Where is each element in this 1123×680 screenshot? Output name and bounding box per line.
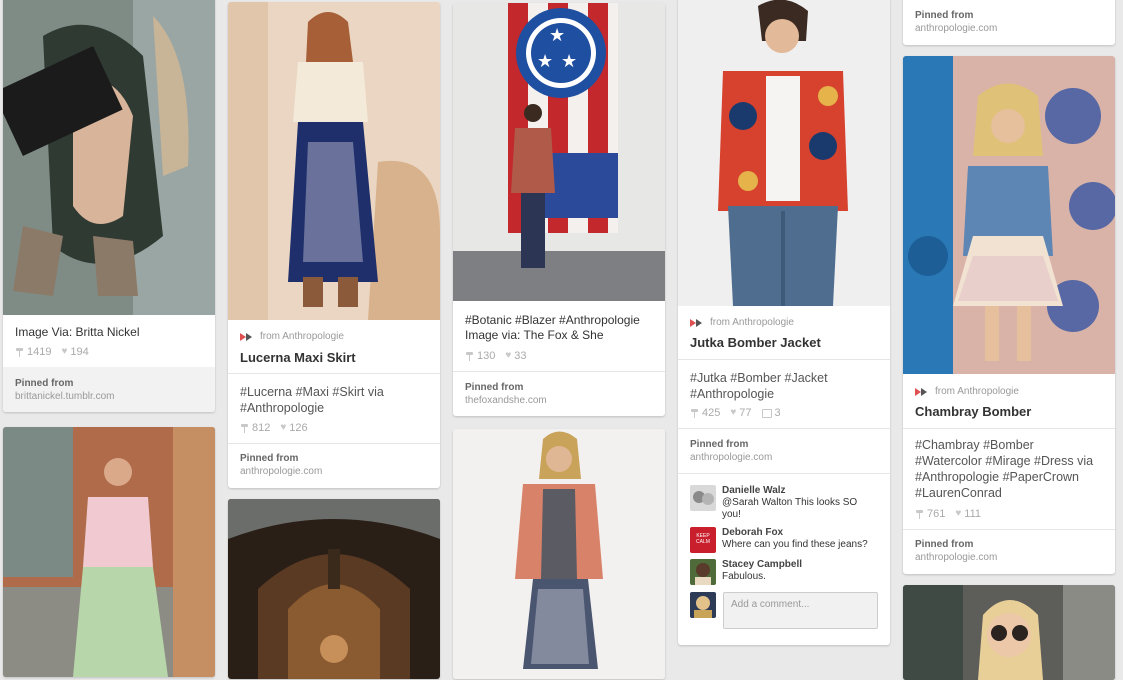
pin-image[interactable] [228, 2, 440, 320]
source-row[interactable]: from Anthropologie [903, 386, 1115, 397]
like-count: 33 [514, 350, 527, 362]
pin-card-chambray[interactable]: from Anthropologie Chambray Bomber #Cham… [903, 56, 1115, 574]
pin-stats: 425 ♥ 77 3 [678, 407, 890, 419]
svg-text:★: ★ [561, 51, 577, 72]
pin-stats: 812 ♥ 126 [228, 422, 440, 434]
comment-item: KEEP CALM Deborah Fox Where can you find… [690, 527, 878, 553]
anthropologie-logo-icon [690, 318, 704, 328]
pin-card-coral-jacket[interactable] [453, 429, 665, 679]
photo-woman-flag-wall: ★ ★ ★ [453, 3, 665, 301]
comment-user[interactable]: Stacey Campbell [722, 559, 802, 571]
photo-woman-maxi-skirt [228, 2, 440, 320]
pin-card-jutka[interactable]: from Anthropologie Jutka Bomber Jacket #… [678, 0, 890, 645]
like-count: 126 [289, 422, 308, 434]
repin-icon [465, 351, 474, 361]
pinned-from-label: Pinned from [465, 382, 524, 393]
avatar[interactable] [690, 592, 716, 618]
source-row[interactable]: from Anthropologie [678, 317, 890, 328]
pinned-from-source[interactable]: thefoxandshe.com [465, 395, 653, 406]
comment-user[interactable]: Danielle Walz [722, 485, 878, 497]
pin-description: #Lucerna #Maxi #Skirt via #Anthropologie [240, 385, 384, 415]
avatar[interactable] [690, 485, 716, 511]
pin-card-lucerna[interactable]: from Anthropologie Lucerna Maxi Skirt #L… [228, 2, 440, 488]
pinned-from-source[interactable]: anthropologie.com [915, 552, 1103, 563]
pin-description: #Chambray #Bomber #Watercolor #Mirage #D… [915, 438, 1094, 500]
comment-item: Danielle Walz @Sarah Walton This looks S… [690, 485, 878, 521]
heart-icon: ♥ [955, 508, 962, 519]
heart-icon: ♥ [280, 422, 287, 433]
photo-woman-chambray-bomber [903, 56, 1115, 374]
pin-description: #Botanic #Blazer #Anthropologie Image vi… [465, 313, 640, 342]
repin-count: 761 [927, 508, 946, 520]
pinned-from-source[interactable]: anthropologie.com [915, 23, 1103, 34]
pinned-from-source[interactable]: anthropologie.com [690, 452, 878, 463]
comment-text: Where can you find these jeans? [722, 539, 868, 550]
photo-woman-bomber-jacket [678, 0, 890, 306]
pin-card-britta[interactable]: Image Via: Britta Nickel 1419 ♥ 194 Pinne… [3, 0, 215, 412]
avatar[interactable] [690, 559, 716, 585]
svg-text:★: ★ [549, 25, 565, 46]
heart-icon: ♥ [61, 346, 68, 357]
repin-icon [915, 509, 924, 519]
repin-count: 812 [252, 422, 271, 434]
repin-icon [240, 423, 249, 433]
pinned-from-source[interactable]: brittanickel.tumblr.com [15, 391, 203, 402]
source-row[interactable]: from Anthropologie [228, 331, 440, 342]
from-source-label: from Anthropologie [935, 386, 1019, 397]
pin-stats: 130 ♥ 33 [453, 350, 665, 362]
heart-icon: ♥ [505, 350, 512, 361]
pin-title[interactable]: Chambray Bomber [903, 404, 1115, 419]
comment-icon [761, 408, 772, 418]
like-count: 77 [739, 407, 752, 419]
pin-image[interactable] [3, 427, 215, 677]
pin-card-moroccan-arch[interactable] [228, 499, 440, 679]
pin-stats: 1419 ♥ 194 [3, 346, 215, 358]
avatar[interactable]: KEEP CALM [690, 527, 716, 553]
pinned-from-label: Pinned from [690, 439, 749, 450]
pin-stats: 761 ♥ 111 [903, 508, 1115, 520]
photo-woman-mint-skirt [3, 427, 215, 677]
comment-text: Fabulous. [722, 571, 766, 582]
pin-card-botanic-blazer[interactable]: ★ ★ ★ #Botanic #Blazer #Anthropologie Im… [453, 3, 665, 416]
pin-image[interactable] [678, 0, 890, 306]
pin-image[interactable] [228, 499, 440, 679]
pin-image[interactable]: ★ ★ ★ [453, 3, 665, 301]
photo-woman-coral-jacket [453, 429, 665, 679]
pin-description: Image Via: Britta Nickel [15, 325, 140, 339]
repin-count: 1419 [27, 346, 52, 358]
from-source-label: from Anthropologie [260, 331, 344, 342]
comment-input[interactable]: Add a comment... [723, 592, 878, 629]
like-count: 111 [964, 508, 982, 520]
pin-card-mint-skirt[interactable] [3, 427, 215, 677]
comment-text: @Sarah Walton This looks SO you! [722, 497, 858, 520]
pin-description: #Jutka #Bomber #Jacket #Anthropologie [690, 371, 828, 401]
pinned-from-label: Pinned from [15, 378, 74, 389]
repin-icon [690, 408, 699, 418]
heart-icon: ♥ [730, 407, 737, 418]
pinned-from-label: Pinned from [915, 539, 974, 550]
pin-image[interactable] [903, 56, 1115, 374]
from-source-label: from Anthropologie [710, 317, 794, 328]
like-count: 194 [70, 346, 89, 358]
pinned-from-source[interactable]: anthropologie.com [240, 466, 428, 477]
repin-count: 130 [477, 350, 496, 362]
pin-title[interactable]: Jutka Bomber Jacket [678, 335, 890, 350]
pin-title[interactable]: Lucerna Maxi Skirt [228, 350, 440, 365]
pin-image[interactable] [3, 0, 215, 315]
photo-moroccan-arch [228, 499, 440, 679]
photo-woman-floral-dress [3, 0, 215, 315]
pinned-from-label: Pinned from [240, 453, 299, 464]
comment-user[interactable]: Deborah Fox [722, 527, 868, 539]
repin-count: 425 [702, 407, 721, 419]
anthropologie-logo-icon [240, 332, 254, 342]
pinned-from-label: Pinned from [915, 10, 974, 21]
pin-card-top-partial[interactable]: Pinned from anthropologie.com [903, 0, 1115, 45]
svg-text:★: ★ [537, 51, 553, 72]
pin-image[interactable] [453, 429, 665, 679]
comment-count: 3 [774, 407, 781, 419]
repin-icon [15, 347, 24, 357]
comment-item: Stacey Campbell Fabulous. [690, 559, 878, 585]
anthropologie-logo-icon [915, 387, 929, 397]
